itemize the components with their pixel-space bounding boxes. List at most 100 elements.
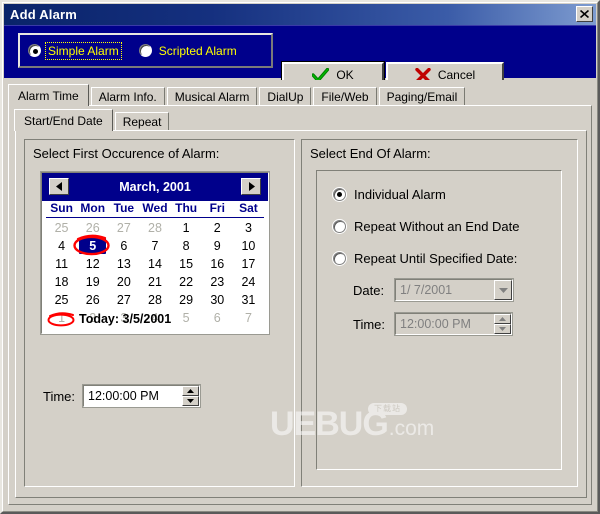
calendar-day[interactable]: 25 [46,291,77,309]
end-date-label: Date: [353,282,385,298]
end-time-spinner[interactable] [494,314,511,334]
calendar-prev-button[interactable] [49,178,69,195]
end-time-label: Time: [353,316,386,332]
spin-up-button[interactable] [494,314,511,324]
calendar-day[interactable]: 15 [171,255,202,273]
calendar-day[interactable]: 21 [139,273,170,291]
calendar-next-button[interactable] [241,178,261,195]
calendar-day[interactable]: 13 [108,255,139,273]
calendar-day[interactable]: 8 [171,237,202,255]
calendar-day[interactable]: 10 [233,237,264,255]
calendar-week: 25 26 27 28 1 2 3 [46,219,264,237]
tab-label: Musical Alarm [174,90,250,104]
tab-alarm-time[interactable]: Alarm Time [8,84,89,106]
radio-repeat-no-end-date[interactable]: Repeat Without an End Date [333,219,520,234]
tab-repeat[interactable]: Repeat [114,112,170,131]
calendar-day[interactable]: 23 [202,273,233,291]
end-date-value[interactable]: 1/ 7/2001 [396,280,494,300]
calendar-day[interactable]: 26 [77,291,108,309]
day-number: 20 [116,275,131,289]
end-date-row: Date: 1/ 7/2001 [353,279,513,301]
calendar-day[interactable]: 28 [139,291,170,309]
tab-start-end-date[interactable]: Start/End Date [14,109,113,131]
calendar-day[interactable]: 12 [77,255,108,273]
dayname-thu: Thu [170,201,202,218]
end-date-field[interactable]: 1/ 7/2001 [395,279,513,301]
left-pane: Select First Occurence of Alarm: March, … [24,139,295,487]
calendar-day[interactable]: 14 [139,255,170,273]
radio-individual-alarm[interactable]: Individual Alarm [333,187,446,202]
radio-indicator-individual [333,188,346,201]
tab-musical-alarm[interactable]: Musical Alarm [166,87,258,106]
calendar-day[interactable]: 3 [233,219,264,237]
day-number: 18 [54,275,69,289]
end-time-field[interactable]: 12:00:00 PM [395,313,512,335]
month-calendar[interactable]: March, 2001 Sun Mon Tue Wed Thu Fri Sat … [41,172,269,334]
calendar-day[interactable]: 24 [233,273,264,291]
tab-dialup[interactable]: DialUp [259,87,312,106]
calendar-day[interactable]: 9 [202,237,233,255]
spin-up-button[interactable] [182,386,200,396]
calendar-day[interactable]: 26 [77,219,108,237]
calendar-day[interactable]: 20 [108,273,139,291]
radio-label-repeat-until: Repeat Until Specified Date: [354,251,518,266]
day-number: 24 [241,275,256,289]
calendar-day[interactable]: 22 [171,273,202,291]
calendar-day[interactable]: 6 [108,237,139,255]
calendar-today-row[interactable]: Today: 3/5/2001 [42,309,268,329]
calendar-day[interactable]: 1 [171,219,202,237]
tab-label: Repeat [122,115,162,129]
tab-file-web[interactable]: File/Web [313,87,377,106]
tab-paging-email[interactable]: Paging/Email [378,87,466,106]
calendar-day[interactable]: 29 [171,291,202,309]
close-button[interactable] [576,6,593,22]
calendar-day[interactable]: 27 [108,291,139,309]
dialog-window: Add Alarm Simple Alarm Scripted Alarm OK [0,0,600,514]
calendar-day[interactable]: 11 [46,255,77,273]
end-date-dropdown-button[interactable] [494,280,512,300]
start-time-field[interactable]: 12:00:00 PM [83,385,201,407]
tab-label: Paging/Email [386,90,458,104]
calendar-day[interactable]: 17 [233,255,264,273]
tab-alarm-info[interactable]: Alarm Info. [90,87,165,106]
day-number: 27 [116,221,131,235]
spin-down-button[interactable] [182,396,200,406]
start-time-value[interactable]: 12:00:00 PM [84,386,182,406]
calendar-day[interactable]: 19 [77,273,108,291]
day-number: 1 [182,221,190,235]
calendar-day[interactable]: 28 [139,219,170,237]
day-number: 17 [241,257,256,271]
day-number: 21 [148,275,162,289]
caret-up-icon [499,317,506,321]
radio-scripted-alarm[interactable]: Scripted Alarm [138,43,239,59]
end-time-value[interactable]: 12:00:00 PM [396,314,494,334]
day-number: 5 [89,239,97,253]
radio-simple-alarm[interactable]: Simple Alarm [28,41,122,60]
calendar-week: 25 26 27 28 29 30 31 [46,291,264,309]
calendar-day[interactable]: 16 [202,255,233,273]
tab-label: Alarm Time [18,88,79,103]
radio-repeat-until-date[interactable]: Repeat Until Specified Date: [333,251,517,266]
calendar-day[interactable]: 7 [139,237,170,255]
chevron-down-icon [498,287,508,293]
calendar-day[interactable]: 27 [108,219,139,237]
calendar-day[interactable]: 2 [202,219,233,237]
tab-label: Start/End Date [24,113,103,128]
calendar-day[interactable]: 18 [46,273,77,291]
calendar-day[interactable]: 30 [202,291,233,309]
day-number: 25 [54,221,69,235]
calendar-day-selected[interactable]: 5 [73,234,110,256]
calendar-day-headers: Sun Mon Tue Wed Thu Fri Sat [42,201,268,218]
spin-down-button[interactable] [494,324,511,334]
calendar-day[interactable]: 25 [46,219,77,237]
dayname-sun: Sun [46,201,78,218]
calendar-day[interactable]: 31 [233,291,264,309]
radio-indicator-simple [28,44,41,57]
day-number: 19 [85,275,100,289]
start-time-spinner[interactable] [182,386,200,406]
radio-label-scripted-alarm: Scripted Alarm [158,43,237,58]
right-pane: Select End Of Alarm: Individual Alarm Re… [301,139,578,487]
day-number: 23 [210,275,225,289]
calendar-day[interactable]: 4 [46,237,77,255]
right-pane-title: Select End Of Alarm: [310,146,431,161]
